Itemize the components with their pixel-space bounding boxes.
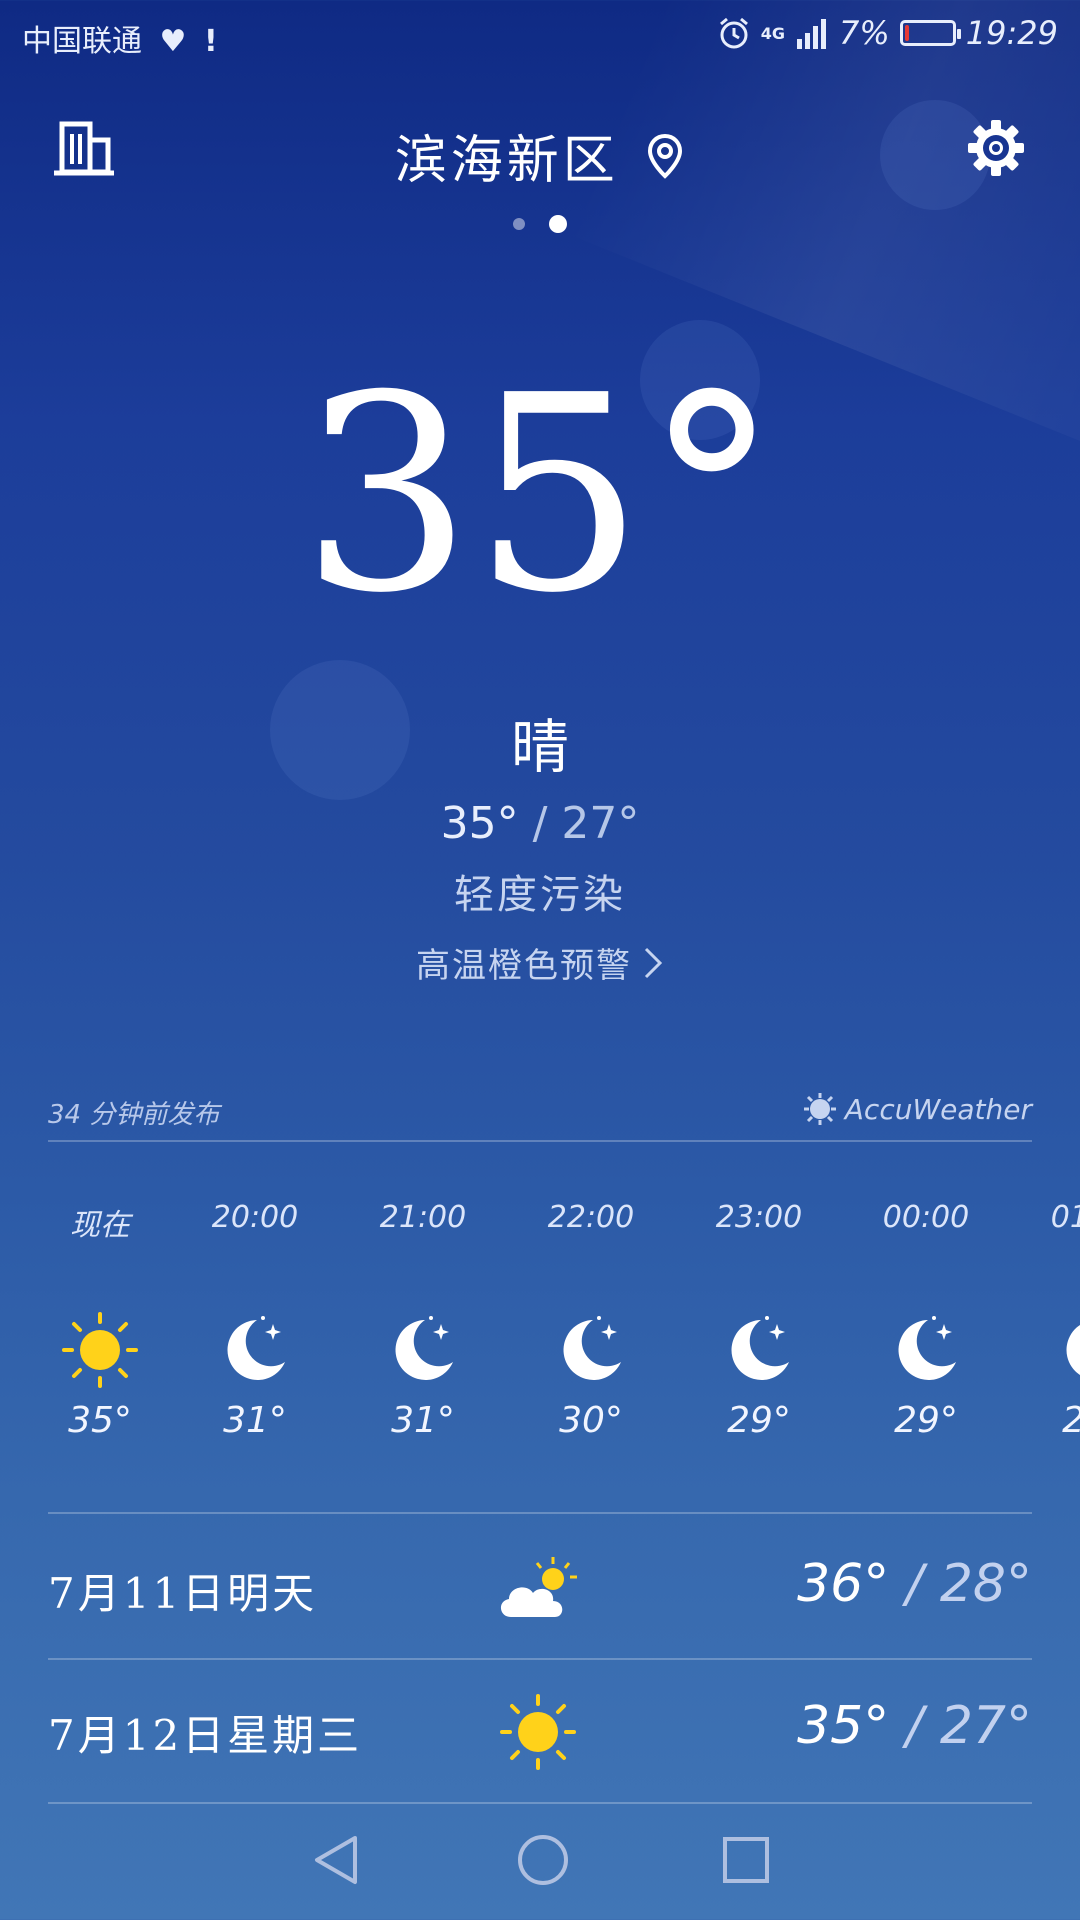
hourly-item: 21:00 31° bbox=[363, 1200, 483, 1441]
divider bbox=[48, 1658, 1032, 1660]
battery-level-fill bbox=[904, 25, 909, 41]
hourly-time: 20:00 bbox=[211, 1200, 299, 1235]
moon-icon bbox=[195, 1290, 315, 1410]
settings-gear-icon[interactable] bbox=[966, 118, 1026, 178]
moon-icon bbox=[699, 1290, 819, 1410]
day-label: 7月11日明天 bbox=[48, 1569, 318, 1618]
current-temperature: 35° bbox=[300, 337, 780, 652]
today-high: 35° bbox=[440, 798, 519, 849]
moon-icon bbox=[866, 1290, 986, 1410]
daily-row[interactable]: 7月12日星期三 35° / 27° bbox=[48, 1662, 1032, 1802]
current-condition: 晴 bbox=[510, 713, 569, 781]
moon-icon bbox=[363, 1290, 483, 1410]
chevron-right-icon bbox=[644, 947, 663, 978]
moon-icon bbox=[1034, 1290, 1080, 1410]
status-bar: 中国联通 ♥ ! 4G 7% 19:29 bbox=[0, 0, 1080, 72]
carrier-text: 中国联通 bbox=[22, 24, 142, 59]
day-high: 35° bbox=[797, 1696, 890, 1756]
hourly-temperature: 30° bbox=[559, 1400, 623, 1441]
hourly-item: 20:00 31° bbox=[195, 1200, 315, 1441]
hourly-time: 01:00 bbox=[1050, 1200, 1080, 1235]
health-icon: ♥ bbox=[159, 24, 187, 59]
day-separator: / bbox=[905, 1554, 924, 1614]
page-dot-active bbox=[549, 215, 567, 233]
hourly-temperature: 28° bbox=[1034, 1400, 1080, 1441]
page-dot bbox=[513, 218, 525, 230]
sun-icon bbox=[40, 1290, 160, 1410]
hourly-time: 现在 bbox=[70, 1208, 130, 1243]
data-source-name: AccuWeather bbox=[844, 1092, 1032, 1126]
battery-percent: 7% bbox=[839, 14, 890, 52]
hourly-time: 23:00 bbox=[715, 1200, 803, 1235]
high-low-separator: / bbox=[532, 798, 548, 849]
hourly-time: 22:00 bbox=[547, 1200, 635, 1235]
accuweather-sun-icon bbox=[803, 1093, 836, 1125]
weather-alert-link[interactable]: 高温橙色预警 bbox=[0, 938, 1080, 987]
air-quality[interactable]: 轻度污染 bbox=[0, 862, 1080, 920]
sun-icon bbox=[488, 1682, 588, 1782]
daily-row[interactable]: 7月11日明天 36° / 28° bbox=[48, 1520, 1032, 1660]
hourly-item: 22:00 30° bbox=[531, 1200, 651, 1441]
clock: 19:29 bbox=[965, 14, 1058, 52]
data-source[interactable]: AccuWeather bbox=[803, 1092, 1032, 1126]
day-separator: / bbox=[905, 1696, 924, 1756]
hourly-item: 23:00 29° bbox=[699, 1200, 819, 1441]
divider bbox=[48, 1140, 1032, 1142]
hourly-forecast[interactable]: 现在 35° 20:00 31° 21:00 31° 22:00 30° 23:00 29° 00:… bbox=[0, 1200, 1080, 1500]
today-high-low: 35° / 27° bbox=[0, 798, 1080, 849]
signal-icon bbox=[797, 19, 827, 49]
hourly-temperature: 29° bbox=[727, 1400, 791, 1441]
hourly-item: 01:00 28° bbox=[1034, 1200, 1080, 1441]
cloud-sun-icon bbox=[488, 1540, 588, 1640]
location-pin-icon bbox=[648, 133, 683, 179]
day-low: 28° bbox=[939, 1554, 1032, 1614]
navigation-bar bbox=[0, 1800, 1080, 1920]
hourly-temperature: 29° bbox=[894, 1400, 958, 1441]
network-type-label: 4G bbox=[760, 23, 786, 43]
alarm-icon bbox=[719, 17, 748, 49]
day-low: 27° bbox=[939, 1696, 1032, 1756]
battery-icon bbox=[899, 20, 961, 46]
back-icon[interactable] bbox=[309, 1832, 365, 1888]
page-indicator bbox=[0, 215, 1080, 233]
moon-icon bbox=[531, 1290, 651, 1410]
divider bbox=[48, 1512, 1032, 1514]
day-high: 36° bbox=[797, 1554, 890, 1614]
weather-alert-text: 高温橙色预警 bbox=[416, 946, 632, 986]
day-high-low: 35° / 27° bbox=[797, 1696, 1032, 1756]
hourly-temperature: 31° bbox=[391, 1400, 455, 1441]
hourly-temperature: 31° bbox=[223, 1400, 287, 1441]
recents-icon[interactable] bbox=[721, 1835, 771, 1885]
day-high-low: 36° / 28° bbox=[797, 1554, 1032, 1614]
city-name: 滨海新区 bbox=[394, 131, 619, 191]
hourly-time: 00:00 bbox=[882, 1200, 970, 1235]
status-indicators: 4G 7% 19:29 bbox=[717, 14, 1058, 52]
hourly-item: 00:00 29° bbox=[866, 1200, 986, 1441]
home-icon[interactable] bbox=[515, 1832, 571, 1888]
alert-notification-icon: ! bbox=[204, 24, 218, 59]
hourly-time: 21:00 bbox=[379, 1200, 467, 1235]
day-label: 7月12日星期三 bbox=[48, 1711, 363, 1760]
today-low: 27° bbox=[561, 798, 640, 849]
carrier-label: 中国联通 ♥ ! bbox=[22, 16, 218, 60]
published-time: 34 分钟前发布 bbox=[48, 1100, 220, 1130]
hourly-temperature: 35° bbox=[68, 1400, 132, 1441]
city-title[interactable]: 滨海新区 bbox=[0, 118, 1080, 193]
hourly-item: 现在 35° bbox=[40, 1200, 160, 1441]
